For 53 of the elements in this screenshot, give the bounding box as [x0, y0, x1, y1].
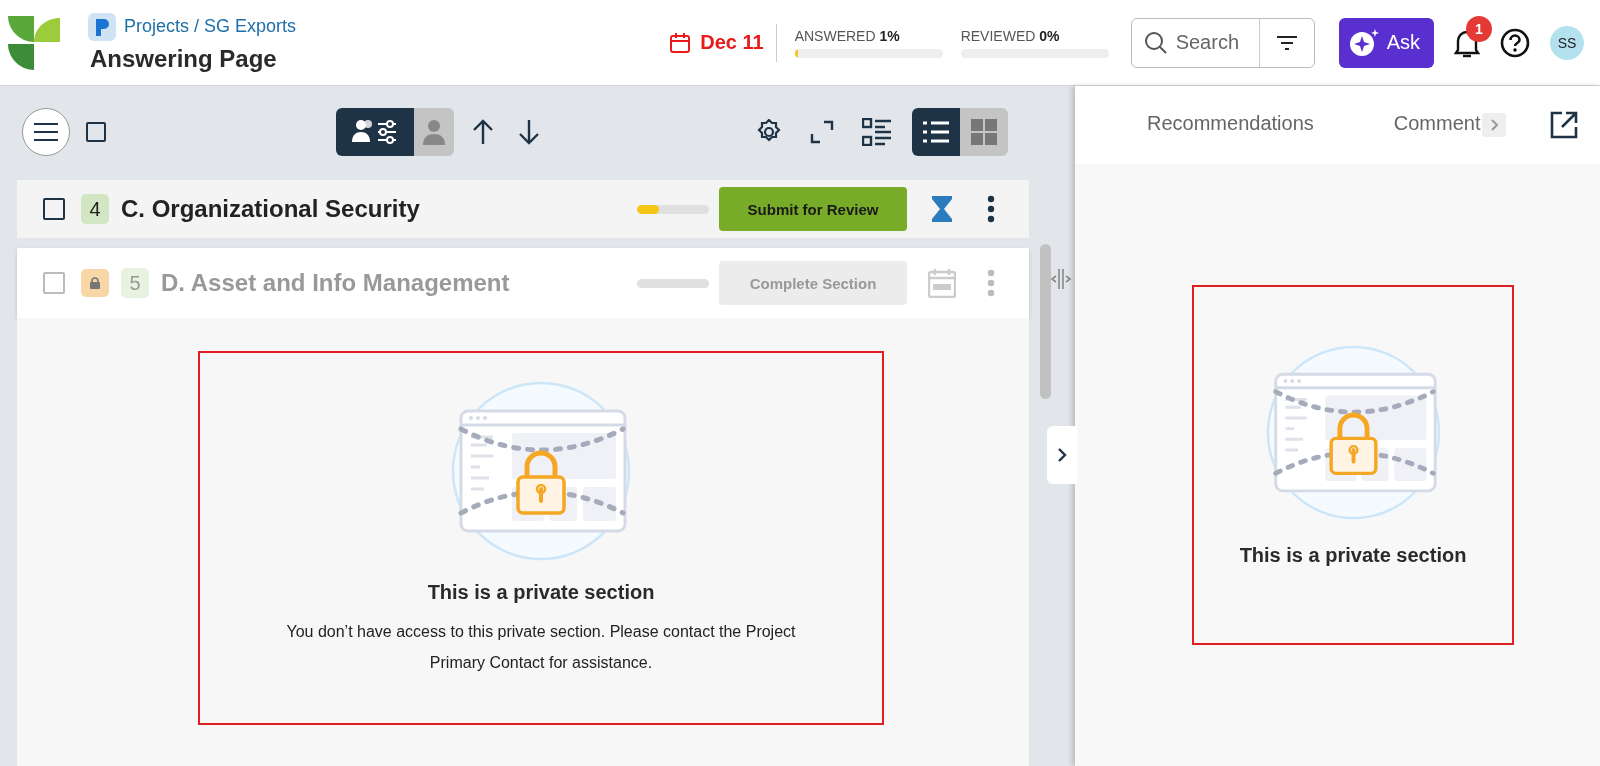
section-title: D. Asset and Info Management: [161, 269, 510, 297]
breadcrumb[interactable]: Projects / SG Exports: [124, 16, 297, 37]
lock-icon: [89, 277, 101, 289]
calendar-icon: [669, 31, 692, 54]
private-section-title: This is a private section: [427, 581, 655, 604]
page-title: Answering Page: [90, 44, 278, 73]
logo-icon: [8, 15, 60, 70]
arrow-down-icon[interactable]: [518, 119, 540, 145]
panel-tab[interactable]: Recommendations: [1147, 106, 1314, 144]
panel-tab[interactable]: Comment: [1393, 106, 1481, 144]
chevron-right-icon: [1490, 119, 1499, 131]
private-section-message: You don’t have access to this private section. Please contact the Project Primary Contact for assistance.: [285, 622, 797, 673]
section-action-button[interactable]: Submit for Review: [719, 187, 907, 231]
notification-badge: 1: [1466, 15, 1492, 42]
arrow-up-icon[interactable]: [472, 119, 494, 145]
list-view-toggle[interactable]: [912, 108, 960, 156]
person-view-toggle[interactable]: [414, 108, 454, 156]
open-external-icon[interactable]: [1550, 111, 1578, 139]
progress-label: REVIEWED 0%: [960, 27, 1061, 44]
team-icon: [352, 118, 398, 146]
search-icon: [1143, 30, 1168, 55]
section-number: 4: [81, 194, 109, 224]
ask-button[interactable]: Ask: [1338, 17, 1434, 68]
sparkle-icon: [1348, 27, 1379, 58]
team-view-toggle[interactable]: [336, 108, 414, 156]
grid-icon: [971, 119, 997, 145]
expand-icon[interactable]: [810, 120, 834, 144]
hourglass-icon[interactable]: [932, 196, 952, 222]
checkbox[interactable]: [43, 272, 65, 294]
project-icon: [88, 12, 116, 41]
menu-icon: [33, 122, 59, 142]
collapse-button[interactable]: [1047, 426, 1077, 484]
grid-view-toggle[interactable]: [960, 108, 1008, 156]
due-date: Dec 11: [700, 31, 764, 54]
person-icon: [423, 119, 445, 145]
section-progress-bar: [637, 204, 709, 214]
section-title: C. Organizational Security: [121, 195, 420, 223]
section-row[interactable]: 4 C. Organizational Security Submit for Review: [17, 180, 1029, 238]
more-options-icon[interactable]: [987, 195, 995, 223]
progress-label: ANSWERED 1%: [794, 27, 901, 44]
menu-button[interactable]: [22, 108, 70, 156]
checkbox[interactable]: [43, 198, 65, 220]
resize-handle-icon[interactable]: [1050, 268, 1072, 290]
chevron-right-icon: [1057, 447, 1067, 463]
scrollbar-thumb[interactable]: [1040, 244, 1051, 399]
private-section-title: This is a private section: [1239, 544, 1467, 567]
list-icon: [922, 120, 950, 144]
section-number: 5: [121, 268, 149, 298]
select-all-checkbox[interactable]: [86, 122, 106, 142]
outline-view-icon[interactable]: [862, 118, 892, 146]
help-icon[interactable]: [1500, 27, 1530, 58]
filter-icon[interactable]: [1275, 34, 1298, 51]
avatar[interactable]: SS: [1550, 25, 1584, 60]
